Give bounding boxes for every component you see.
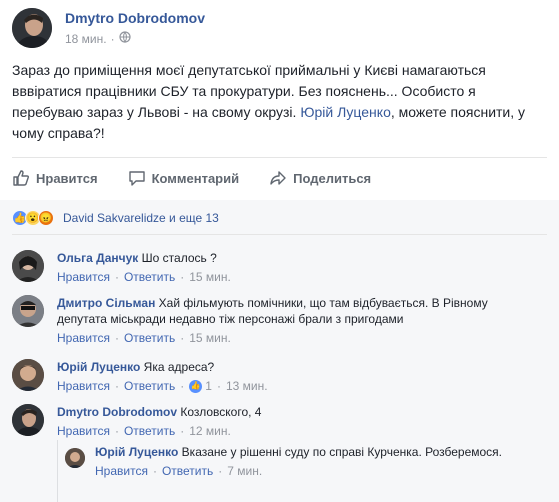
comment-time[interactable]: 15 мин.: [189, 330, 231, 346]
post-mention-link[interactable]: Юрій Луценко: [300, 104, 391, 120]
share-button-label: Поделиться: [293, 170, 372, 186]
commenter-avatar[interactable]: [12, 404, 44, 436]
comment-like-link[interactable]: Нравится: [57, 423, 110, 439]
comment-like-link[interactable]: Нравится: [57, 378, 110, 394]
comment-bubble-icon: [128, 169, 146, 187]
author-avatar[interactable]: [12, 8, 52, 48]
reply-like-link[interactable]: Нравится: [95, 463, 148, 479]
divider: [12, 157, 547, 158]
comment-reply-link[interactable]: Ответить: [124, 269, 175, 285]
comment-time[interactable]: 13 мин.: [226, 378, 268, 394]
comment-text: Козловского, 4: [180, 405, 262, 419]
post-actions-bar: Нравится Комментарий Поделиться: [12, 163, 547, 193]
divider: [12, 234, 547, 235]
like-button[interactable]: Нравится: [12, 169, 98, 187]
comment-like-count[interactable]: 👍 1: [189, 378, 212, 394]
reply-author[interactable]: Юрій Луценко: [95, 445, 178, 459]
comment-author[interactable]: Юрій Луценко: [57, 360, 140, 374]
post-body: Зараз до приміщення моєї депутатської пр…: [12, 60, 547, 144]
commenter-avatar[interactable]: [12, 359, 44, 391]
share-button[interactable]: Поделиться: [269, 169, 371, 187]
globe-icon: [119, 31, 131, 46]
reply-reply-link[interactable]: Ответить: [162, 463, 213, 479]
comment-like-link[interactable]: Нравится: [57, 269, 110, 285]
reaction-icons: 👍 😮 😠: [12, 210, 54, 226]
reply-thread: Юрій Луценко Вказане у рішенні суду по с…: [57, 440, 547, 502]
reactions-text[interactable]: David Sakvarelidze и еще 13: [63, 211, 219, 225]
thumbs-up-icon: [12, 169, 30, 187]
comment-author[interactable]: Ольга Данчук: [57, 251, 138, 265]
commenter-avatar[interactable]: [65, 448, 85, 468]
commenter-avatar[interactable]: [12, 295, 44, 327]
post-header: Dmytro Dobrodomov 18 мин. ·: [12, 8, 552, 52]
comment-author[interactable]: Dmytro Dobrodomov: [57, 405, 177, 419]
like-button-label: Нравится: [36, 170, 98, 186]
post-author-name[interactable]: Dmytro Dobrodomov: [65, 10, 205, 26]
comment-like-link[interactable]: Нравится: [57, 330, 110, 346]
post-time[interactable]: 18 мин.: [65, 32, 107, 46]
angry-reaction-icon: 😠: [38, 210, 54, 226]
commenter-avatar[interactable]: [12, 250, 44, 282]
comment-button-label: Комментарий: [151, 170, 240, 186]
comment-reply-link[interactable]: Ответить: [124, 378, 175, 394]
reply-text: Вказане у рішенні суду по справі Курченк…: [181, 445, 503, 459]
like-reaction-icon: 👍: [189, 379, 203, 393]
share-arrow-icon: [269, 169, 287, 187]
comment-reply-link[interactable]: Ответить: [124, 423, 175, 439]
comment-text: Шо сталось ?: [141, 251, 217, 265]
comment-author[interactable]: Дмитро Сільман: [57, 296, 155, 310]
comment-text: Яка адреса?: [143, 360, 215, 374]
reply-time[interactable]: 7 мин.: [227, 463, 262, 479]
comment-time[interactable]: 15 мин.: [189, 269, 231, 285]
comment-time[interactable]: 12 мин.: [189, 423, 231, 439]
reactions-summary[interactable]: 👍 😮 😠 David Sakvarelidze и еще 13: [12, 208, 219, 228]
comment-reply-link[interactable]: Ответить: [124, 330, 175, 346]
comment-button[interactable]: Комментарий: [128, 169, 240, 187]
post-meta: 18 мин. ·: [65, 31, 131, 46]
comment-like-count-value: 1: [205, 379, 212, 393]
